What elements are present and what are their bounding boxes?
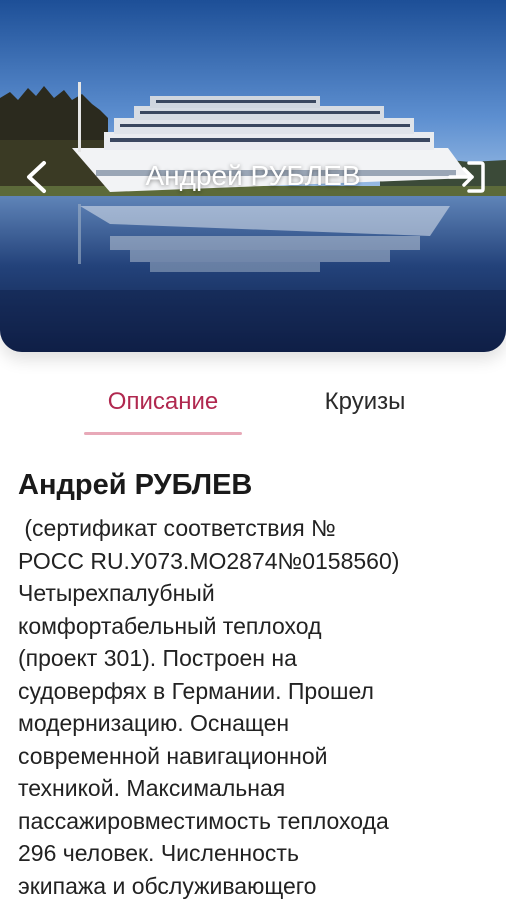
description-line: комфортабельный теплоход (18, 612, 322, 639)
description-line: модернизацию. Оснащен (18, 710, 290, 736)
description-line: 296 человек. Численность (18, 840, 299, 866)
tab-cruises[interactable]: Круизы (292, 370, 438, 434)
login-button[interactable] (442, 152, 492, 202)
description-line: техникой. Максимальная (18, 775, 286, 801)
back-button[interactable] (14, 152, 58, 202)
login-icon (448, 161, 485, 193)
description-title: Андрей РУБЛЕВ (18, 469, 253, 501)
tab-description[interactable]: Описание (84, 370, 242, 434)
chevron-left-icon (27, 161, 46, 193)
description-section: Андрей РУБЛЕВ (сертификат соответствия №… (18, 462, 494, 900)
tab-bar: Описание Круизы (0, 370, 506, 438)
description-line: пассажировместимость теплохода (18, 807, 389, 834)
description-line: РОСС RU.У073.МО2874№0158560) (18, 547, 400, 574)
description-line: (проект 301). Построен на (18, 645, 297, 671)
description-line: Четырехпалубный (18, 580, 215, 606)
page-title: Андрей РУБЛЕВ (145, 160, 361, 191)
description-line: судоверфях в Германии. Прошел (18, 677, 374, 704)
description-line: (сертификат соответствия № (18, 515, 336, 541)
description-line: экипажа и обслуживающего (18, 872, 317, 899)
active-tab-indicator (84, 432, 242, 435)
description-line: современной навигационной (18, 742, 328, 769)
description-text: (сертификат соответствия № РОСС RU.У073.… (18, 512, 494, 900)
